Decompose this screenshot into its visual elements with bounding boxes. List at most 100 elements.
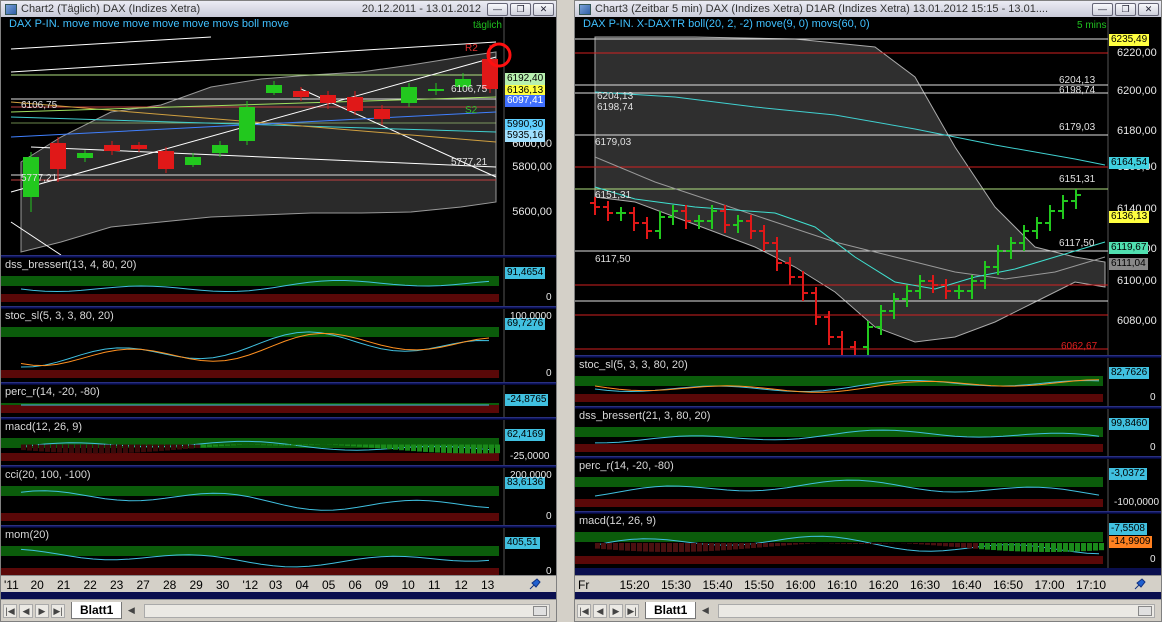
macd-histogram-bar	[979, 543, 984, 550]
indicator-panel[interactable]: cci(20, 100, -100) 83,6136 200,0000 0	[1, 468, 556, 525]
candle-body[interactable]	[428, 89, 444, 91]
price-chart[interactable]	[575, 17, 1161, 355]
candle-body[interactable]	[77, 153, 93, 158]
macd-histogram-bar	[715, 543, 720, 551]
left-time-axis[interactable]: '11 20 21 22 23 27 28 29 30 '12 03 04 05 06 09 10 11 12 13	[1, 575, 556, 592]
next-sheet-button[interactable]: ▶	[609, 603, 623, 618]
candle-body[interactable]	[212, 145, 228, 153]
candle-body[interactable]	[158, 151, 174, 169]
candle-body[interactable]	[131, 145, 147, 149]
indicator-chart[interactable]	[575, 514, 1161, 568]
horizontal-scrollbar[interactable]	[718, 603, 1155, 618]
first-sheet-button[interactable]: |◀	[3, 603, 17, 618]
indicator-signal-tag: -14,9909	[1109, 536, 1153, 548]
right-axis-tick: 6220,00	[1117, 47, 1157, 59]
right-sheet-bar: |◀ ◀ ▶ ▶| Blatt1 ◀	[575, 599, 1161, 621]
macd-histogram-bar	[991, 543, 996, 551]
indicator-chart[interactable]	[1, 528, 556, 580]
minimize-button[interactable]: —	[487, 2, 508, 16]
macd-histogram-bar	[883, 543, 888, 544]
indicator-value-tag: 99,8460	[1109, 418, 1150, 430]
macd-histogram-bar	[189, 444, 194, 449]
chart-app-icon	[5, 3, 17, 15]
price-panel[interactable]: 6000,00 5800,00 5600,00 DAX P-IN. move m…	[1, 17, 556, 255]
macd-histogram-bar	[297, 444, 302, 446]
sheet-scroll-left[interactable]: ◀	[698, 604, 712, 618]
indicator-label: stoc_sl(5, 3, 3, 80, 20)	[579, 359, 688, 371]
indicator-panel[interactable]: stoc_sl(5, 3, 3, 80, 20) 69,7276 100,0000 0	[1, 309, 556, 382]
macd-histogram-bar	[967, 543, 972, 549]
indicator-panel[interactable]: macd(12, 26, 9) 62,4169 -25,0000	[1, 420, 556, 465]
macd-histogram-bar	[781, 543, 786, 546]
sheet-tab-blatt1[interactable]: Blatt1	[645, 602, 697, 619]
price-tag: 6164,54	[1109, 157, 1150, 169]
macd-histogram-bar	[51, 444, 56, 453]
right-time-axis[interactable]: Fr 15:20 15:30 15:40 15:50 16:00 16:10 16:20 16:…	[575, 575, 1161, 592]
macd-histogram-bar	[105, 444, 110, 454]
scroll-thumb[interactable]	[533, 605, 547, 616]
minimize-button[interactable]: —	[1092, 2, 1113, 16]
macd-histogram-bar	[1093, 543, 1098, 551]
candle-body[interactable]	[401, 87, 417, 103]
time-axis-label: Fr	[578, 578, 590, 592]
candle-body[interactable]	[320, 95, 336, 103]
macd-histogram-bar	[853, 543, 858, 544]
candle-body[interactable]	[50, 143, 66, 169]
candle-body[interactable]	[185, 157, 201, 165]
candle-body[interactable]	[347, 97, 363, 111]
scroll-thumb[interactable]	[1138, 605, 1152, 616]
prev-sheet-button[interactable]: ◀	[19, 603, 33, 618]
chart2-titlebar[interactable]: Chart2 (Täglich) DAX (Indizes Xetra) 20.…	[1, 1, 556, 17]
indicator-panel[interactable]: perc_r(14, -20, -80) -24,8765	[1, 385, 556, 417]
prev-sheet-button[interactable]: ◀	[593, 603, 607, 618]
macd-histogram-bar	[135, 444, 140, 453]
macd-histogram-bar	[117, 444, 122, 454]
indicator-panel[interactable]: perc_r(14, -20, -80) -3,0372 -100,0000	[575, 459, 1161, 511]
candle-body[interactable]	[266, 85, 282, 93]
indicator-chart[interactable]	[1, 420, 556, 465]
macd-histogram-bar	[613, 543, 618, 550]
indicator-scale-low: -100,0000	[1114, 497, 1160, 508]
price-panel[interactable]: DAX P-IN. X-DAXTR boll(20, 2, -2) move(9…	[575, 17, 1161, 355]
candle-body[interactable]	[239, 107, 255, 141]
pin-icon[interactable]	[1133, 577, 1147, 591]
indicator-panel[interactable]: mom(20) 405,51 0	[1, 528, 556, 580]
last-sheet-button[interactable]: ▶|	[625, 603, 639, 618]
first-sheet-button[interactable]: |◀	[577, 603, 591, 618]
line-label: 6151,31	[595, 190, 632, 201]
indicator-panel[interactable]: dss_bressert(21, 3, 80, 20) 99,8460 0	[575, 409, 1161, 456]
price-tag: 5935,16	[505, 130, 546, 142]
macd-histogram-bar	[1045, 543, 1050, 552]
macd-histogram-bar	[745, 543, 750, 549]
price-tag: 6097,41	[505, 95, 546, 107]
macd-histogram-bar	[649, 543, 654, 552]
candle-body[interactable]	[374, 109, 390, 119]
macd-histogram-bar	[411, 444, 416, 452]
indicator-scale-zero: 0	[546, 368, 552, 379]
line-label: 6179,03	[595, 137, 632, 148]
close-button[interactable]: ✕	[1138, 2, 1159, 16]
candle-body[interactable]	[104, 145, 120, 151]
macd-histogram-bar	[673, 543, 678, 552]
chart3-titlebar[interactable]: Chart3 (Zeitbar 5 min) DAX (Indizes Xetr…	[575, 1, 1161, 17]
next-sheet-button[interactable]: ▶	[35, 603, 49, 618]
close-button[interactable]: ✕	[533, 2, 554, 16]
restore-button[interactable]: ❐	[510, 2, 531, 16]
sheet-tab-blatt1[interactable]: Blatt1	[71, 602, 123, 619]
horizontal-scrollbar[interactable]	[144, 603, 550, 618]
indicator-panel[interactable]: dss_bressert(13, 4, 80, 20) 91,4654 0	[1, 258, 556, 306]
macd-histogram-bar	[87, 444, 92, 454]
indicator-panel[interactable]: stoc_sl(5, 3, 3, 80, 20) 82,7626 0	[575, 358, 1161, 406]
macd-histogram-bar	[1039, 543, 1044, 552]
macd-histogram-bar	[973, 543, 978, 549]
macd-histogram-bar	[595, 543, 600, 549]
price-panel-label: DAX P-IN. move move move move move movs …	[9, 18, 289, 30]
indicator-panel[interactable]: macd(12, 26, 9) -7,5508 -14,9909 0	[575, 514, 1161, 568]
candle-body[interactable]	[293, 91, 309, 97]
last-sheet-button[interactable]: ▶|	[51, 603, 65, 618]
time-axis-label: 05	[322, 578, 336, 592]
sheet-scroll-left[interactable]: ◀	[124, 604, 138, 618]
pin-icon[interactable]	[528, 577, 542, 591]
restore-button[interactable]: ❐	[1115, 2, 1136, 16]
macd-histogram-bar	[607, 543, 612, 550]
